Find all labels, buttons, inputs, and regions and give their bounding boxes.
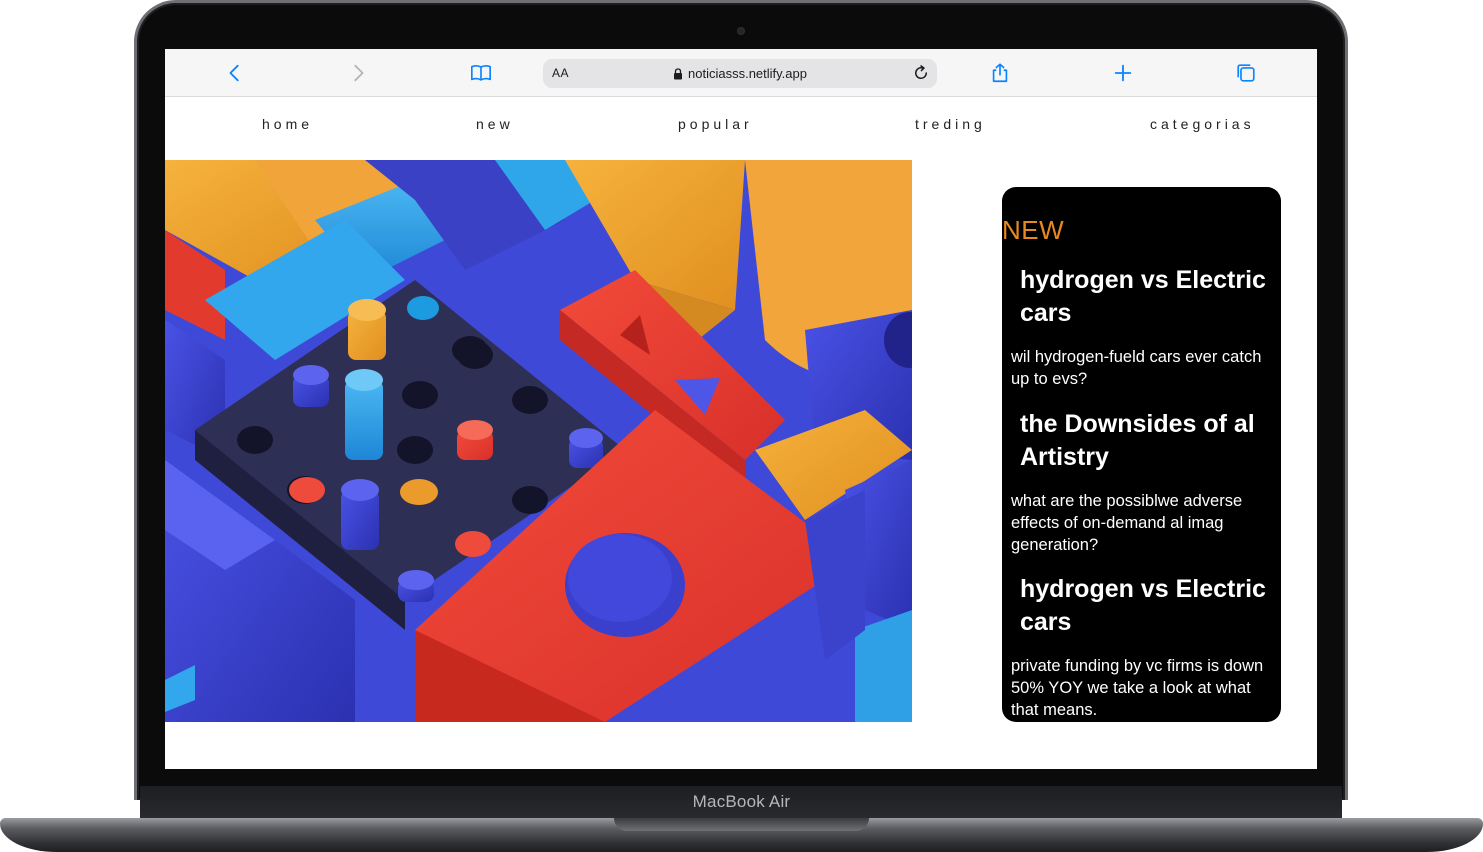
tabs-icon — [1237, 64, 1255, 82]
address-bar[interactable]: AA noticiasss.netlify.app — [543, 59, 937, 88]
story-description: private funding by vc firms is down 50% … — [1011, 657, 1264, 719]
camera — [737, 27, 745, 35]
plus-icon — [1114, 64, 1132, 82]
story-title[interactable]: hydrogen vs Electric cars — [1020, 264, 1281, 330]
share-icon — [992, 63, 1008, 83]
reload-button[interactable] — [911, 63, 931, 83]
hero-image — [165, 160, 912, 722]
share-button[interactable] — [988, 61, 1012, 85]
screen: AA noticiasss.netlify.app home new popul… — [165, 49, 1317, 769]
nav-trending[interactable]: treding — [915, 116, 986, 132]
chevron-right-icon — [354, 64, 364, 82]
nav-popular[interactable]: popular — [678, 116, 753, 132]
new-tab-button[interactable] — [1111, 61, 1135, 85]
tabs-button[interactable] — [1234, 61, 1258, 85]
forward-button[interactable] — [346, 61, 370, 85]
chevron-left-icon — [229, 64, 239, 82]
story-title[interactable]: the Downsides of al Artistry — [1020, 408, 1281, 474]
site-nav: home new popular treding categorias — [165, 97, 1317, 159]
story-description: wil hydrogen-fueld cars ever catch up to… — [1011, 348, 1262, 388]
story-description: what are the possiblwe adverse effects o… — [1011, 492, 1243, 554]
new-badge: NEW — [1002, 215, 1065, 245]
lock-icon — [674, 67, 682, 79]
story-title[interactable]: hydrogen vs Electric cars — [1020, 573, 1281, 639]
reload-icon — [915, 65, 928, 79]
browser-toolbar: AA noticiasss.netlify.app — [165, 49, 1317, 97]
url-text: noticiasss.netlify.app — [688, 66, 807, 81]
base-notch — [614, 818, 869, 831]
book-icon — [471, 64, 491, 81]
bookmarks-button[interactable] — [469, 61, 493, 85]
nav-categorias[interactable]: categorias — [1150, 116, 1255, 132]
news-card: NEW hydrogen vs Electric cars wil hydrog… — [1002, 187, 1281, 722]
back-button[interactable] — [223, 61, 247, 85]
nav-home[interactable]: home — [262, 116, 313, 132]
nav-new[interactable]: new — [476, 116, 514, 132]
device-brand-label: MacBook Air — [692, 792, 791, 811]
